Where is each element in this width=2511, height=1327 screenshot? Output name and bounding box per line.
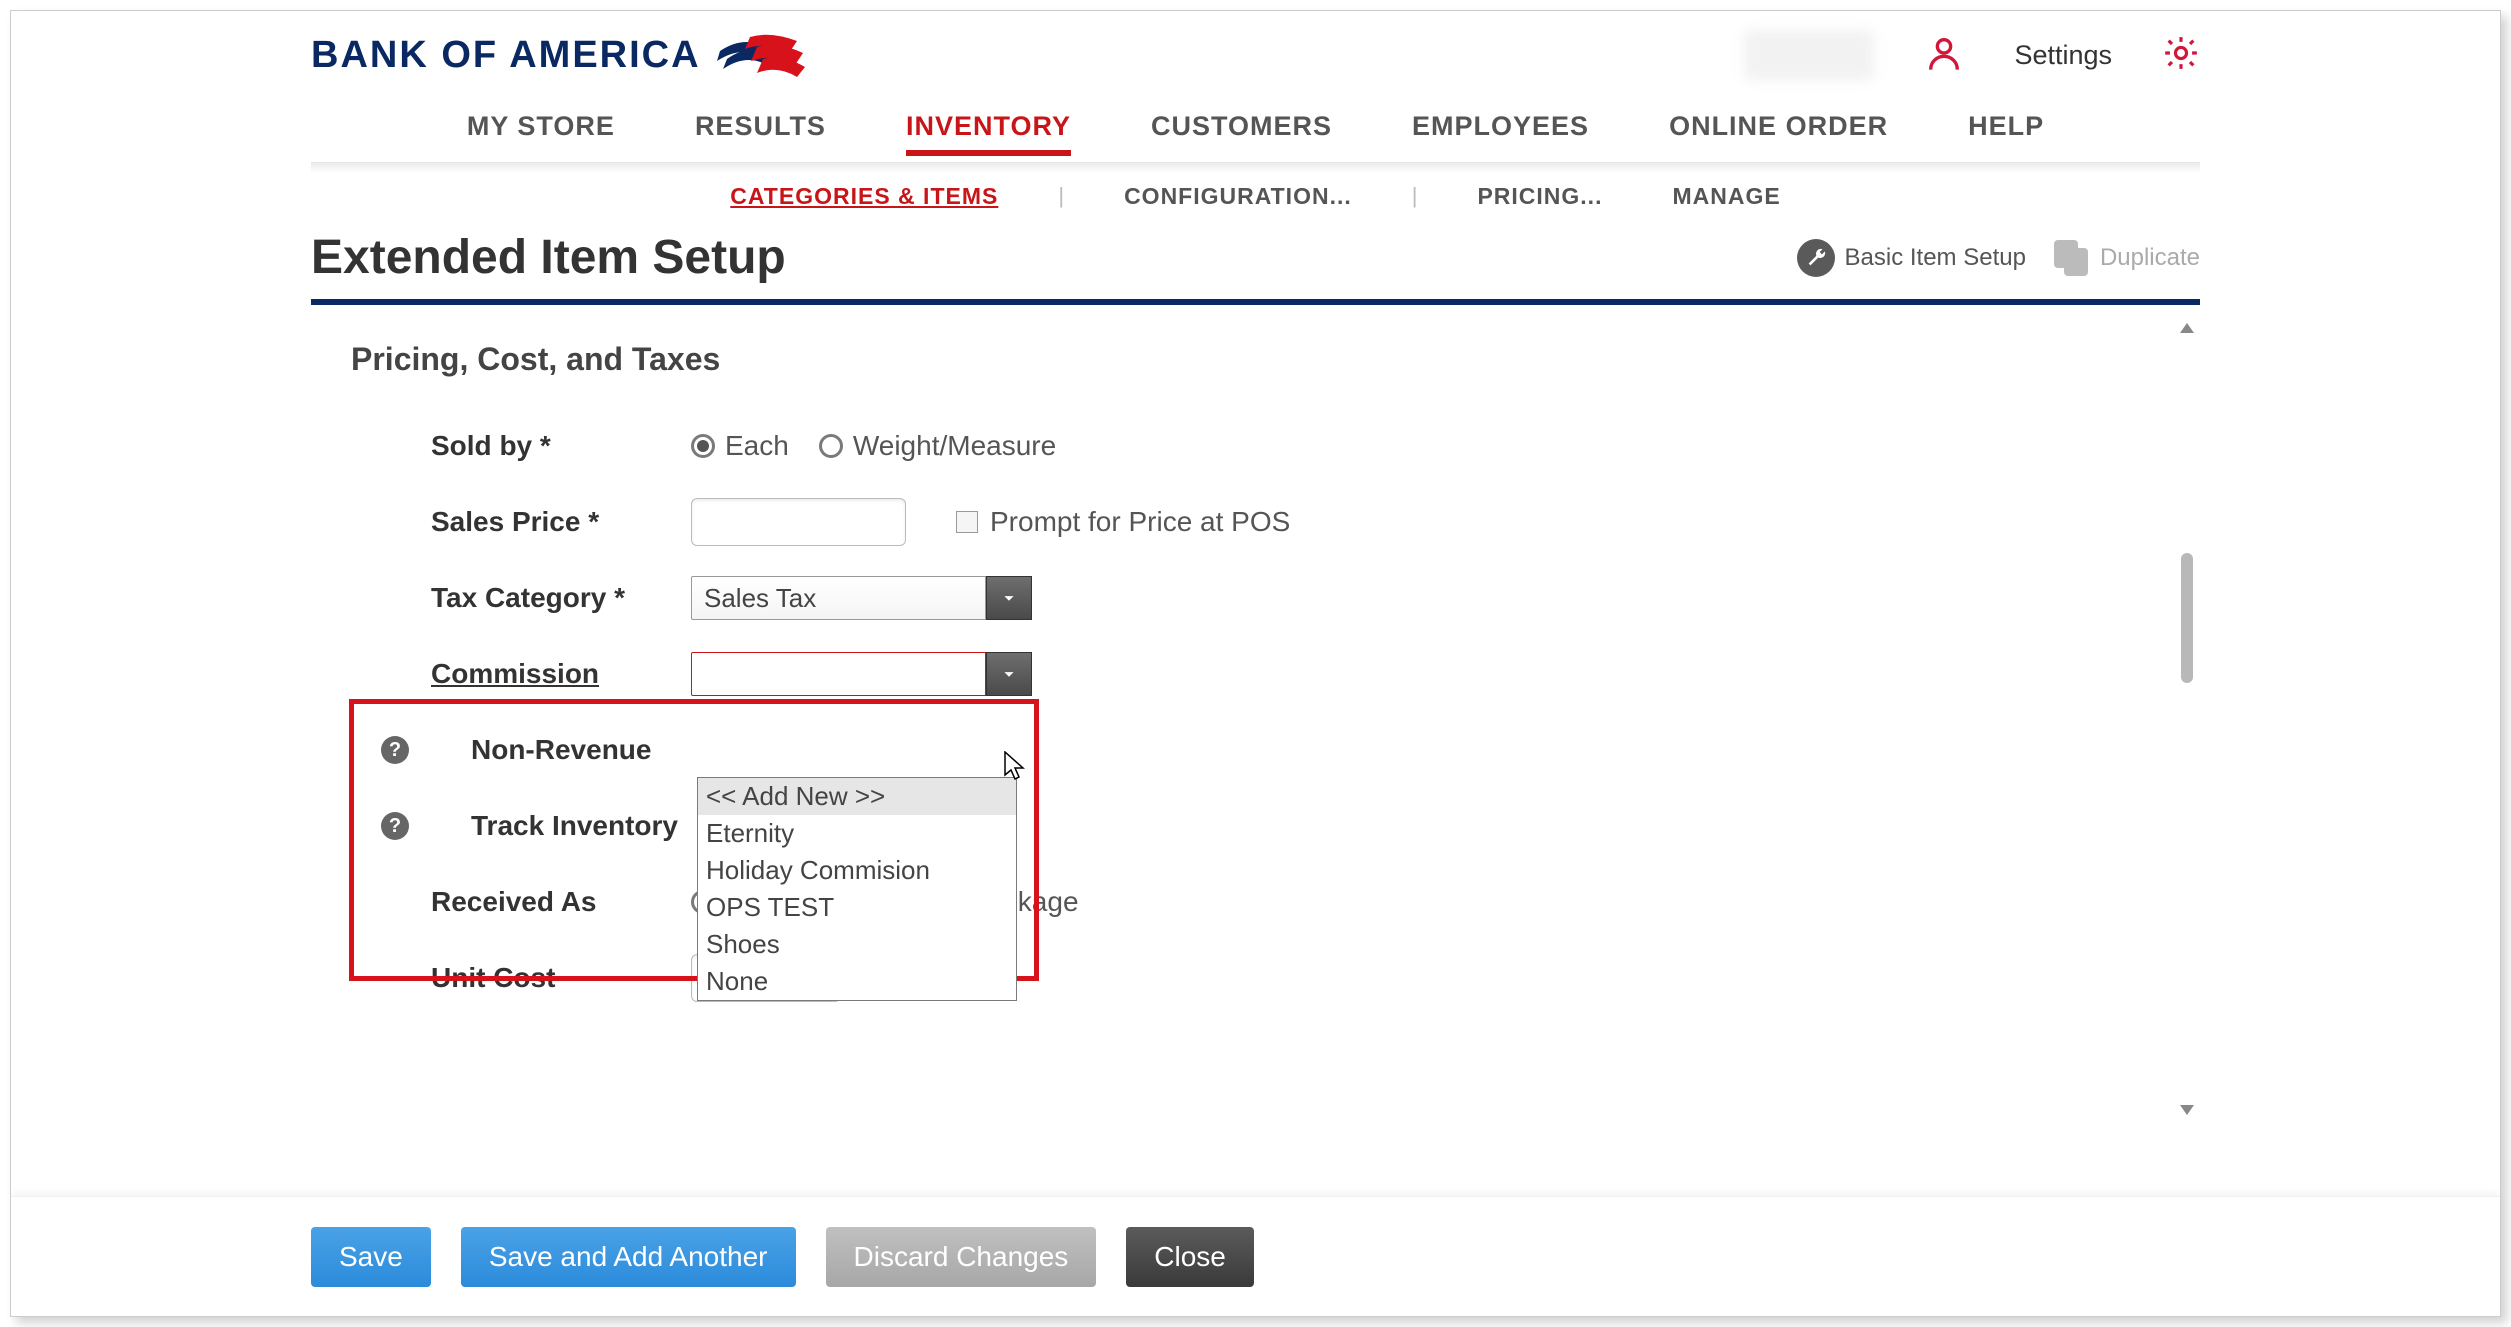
row-commission: Commission [351, 636, 2180, 712]
radio-sold-by-weight[interactable]: Weight/Measure [819, 430, 1056, 462]
user-icon[interactable] [1924, 33, 1964, 78]
nav-online-order[interactable]: ONLINE ORDER [1669, 111, 1888, 156]
nav-customers[interactable]: CUSTOMERS [1151, 111, 1332, 156]
label-sold-by: Sold by * [431, 430, 551, 462]
basic-item-setup-label: Basic Item Setup [1845, 244, 2026, 272]
settings-link[interactable]: Settings [2014, 40, 2112, 71]
section-title: Pricing, Cost, and Taxes [351, 341, 2180, 378]
radio-dot-icon [819, 434, 843, 458]
tax-category-select[interactable]: Sales Tax [691, 576, 1032, 620]
select-value [691, 652, 986, 696]
commission-dropdown[interactable]: << Add New >> Eternity Holiday Commision… [697, 777, 1017, 1001]
chevron-down-icon[interactable] [986, 652, 1032, 696]
duplicate-label: Duplicate [2100, 244, 2200, 272]
commission-select[interactable] [691, 652, 1032, 696]
header: BANK OF AMERICA [311, 11, 2200, 91]
footer-bar: Save Save and Add Another Discard Change… [11, 1196, 2500, 1316]
help-icon[interactable]: ? [381, 736, 409, 764]
row-received-as: Received As Individual Item Package [351, 864, 2180, 940]
nav-employees[interactable]: EMPLOYEES [1412, 111, 1589, 156]
dd-item[interactable]: None [698, 963, 1016, 1000]
row-sales-price: Sales Price * Prompt for Price at POS [351, 484, 2180, 560]
subnav-categories-items[interactable]: CATEGORIES & ITEMS [720, 183, 1008, 210]
nav-my-store[interactable]: MY STORE [467, 111, 615, 156]
wrench-icon [1797, 239, 1835, 277]
save-add-another-button[interactable]: Save and Add Another [461, 1227, 796, 1287]
dd-item-add-new[interactable]: << Add New >> [698, 778, 1016, 815]
dd-item[interactable]: OPS TEST [698, 889, 1016, 926]
brand-logo: BANK OF AMERICA [311, 29, 805, 81]
dd-item[interactable]: Shoes [698, 926, 1016, 963]
save-button[interactable]: Save [311, 1227, 431, 1287]
label-track-inventory: Track Inventory [471, 810, 678, 842]
subnav-separator: | [1058, 183, 1064, 210]
help-icon[interactable]: ? [381, 812, 409, 840]
subnav-configuration[interactable]: CONFIGURATION... [1114, 183, 1362, 210]
label-tax-category: Tax Category * [431, 582, 625, 614]
row-unit-cost: Unit Cost [351, 940, 2180, 1016]
page-title: Extended Item Setup [311, 230, 786, 285]
title-row: Extended Item Setup Basic Item Setup Dup… [311, 224, 2200, 305]
duplicate-button: Duplicate [2054, 240, 2200, 276]
nav-help[interactable]: HELP [1968, 111, 2044, 156]
label-sales-price: Sales Price * [431, 506, 599, 538]
chevron-down-icon[interactable] [986, 576, 1032, 620]
logo-text: BANK OF AMERICA [311, 34, 701, 77]
checkbox-box-icon [956, 511, 978, 533]
mouse-cursor-icon [1004, 751, 1026, 786]
scrollbar[interactable] [2180, 323, 2194, 1115]
row-tax-category: Tax Category * Sales Tax [351, 560, 2180, 636]
checkbox-prompt-price[interactable]: Prompt for Price at POS [956, 506, 1290, 538]
sales-price-input[interactable] [691, 498, 906, 546]
duplicate-icon [2054, 240, 2090, 276]
subnav-separator: | [1412, 183, 1418, 210]
radio-sold-by-each[interactable]: Each [691, 430, 789, 462]
dd-item[interactable]: Holiday Commision [698, 852, 1016, 889]
close-button[interactable]: Close [1126, 1227, 1254, 1287]
gear-icon[interactable] [2162, 34, 2200, 77]
label-unit-cost: Unit Cost [431, 962, 555, 994]
discard-changes-button: Discard Changes [826, 1227, 1097, 1287]
row-non-revenue: ? Non-Revenue [351, 712, 2180, 788]
basic-item-setup-button[interactable]: Basic Item Setup [1797, 239, 2026, 277]
label-received-as: Received As [431, 886, 597, 918]
subnav-manage[interactable]: MANAGE [1662, 183, 1790, 210]
flag-icon [715, 29, 805, 81]
sub-nav: CATEGORIES & ITEMS | CONFIGURATION... | … [311, 173, 2200, 224]
main-nav: MY STORE RESULTS INVENTORY CUSTOMERS EMP… [311, 91, 2200, 163]
nav-results[interactable]: RESULTS [695, 111, 826, 156]
title-actions: Basic Item Setup Duplicate [1797, 239, 2200, 277]
nav-inventory[interactable]: INVENTORY [906, 111, 1071, 156]
select-value: Sales Tax [691, 576, 986, 620]
app-container: BANK OF AMERICA [11, 11, 2500, 1316]
label-non-revenue: Non-Revenue [471, 734, 651, 766]
nav-shadow [311, 163, 2200, 173]
subnav-pricing[interactable]: PRICING... [1467, 183, 1612, 210]
row-track-inventory: ? Track Inventory [351, 788, 2180, 864]
row-sold-by: Sold by * Each Weight/Measure [351, 408, 2180, 484]
label-commission[interactable]: Commission [431, 658, 599, 690]
radio-dot-icon [691, 434, 715, 458]
account-placeholder [1744, 30, 1874, 80]
header-utilities: Settings [1744, 30, 2200, 80]
form-area: Pricing, Cost, and Taxes Sold by * Each … [311, 305, 2200, 1125]
dd-item[interactable]: Eternity [698, 815, 1016, 852]
